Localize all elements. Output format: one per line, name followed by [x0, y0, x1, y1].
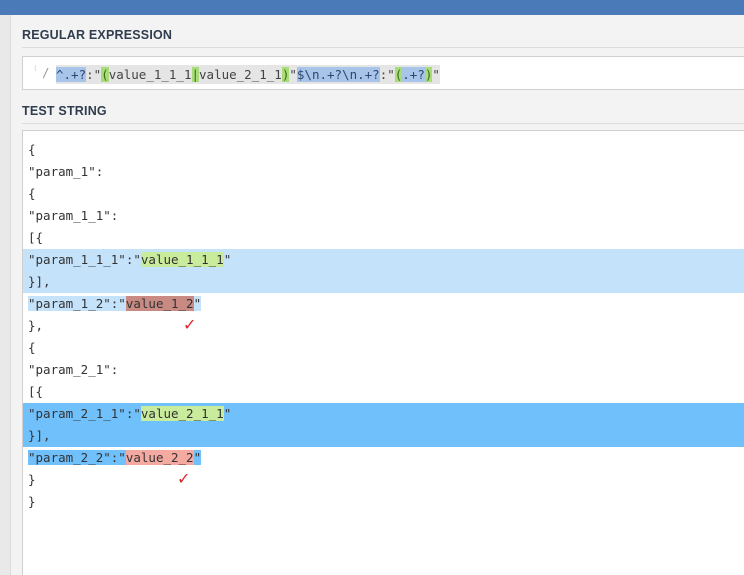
test-line-text: "param_1_1": [23, 208, 118, 223]
test-line: }], [23, 271, 744, 293]
regex-token: " [289, 67, 297, 82]
regex-token: | [191, 67, 200, 82]
test-line-text: [{ [23, 384, 43, 399]
test-line-text: { [23, 142, 36, 157]
test-line-text: "param_1_1_1":"value_1_1_1" [23, 252, 231, 267]
match-group: value_1_1_1 [140, 252, 224, 267]
test-section-divider [22, 123, 744, 124]
test-line: } [23, 491, 744, 513]
line-segment: "param_1_1_1":" [28, 252, 141, 267]
test-line-text: } [23, 494, 36, 509]
line-segment: "param_2_2":" [28, 450, 126, 465]
test-line: { [23, 337, 744, 359]
test-line-text: }], [23, 274, 51, 289]
checkmark-2-icon: ✓ [177, 469, 191, 488]
line-segment: " [193, 296, 202, 311]
line-segment: "param_2_1": [28, 362, 119, 377]
test-line: { [23, 183, 744, 205]
match-group: value_2_2 [125, 450, 194, 465]
test-string-editor[interactable]: { "param_1": { "param_1_1": [{ "param_1_1_1":… [22, 130, 744, 575]
regex-input[interactable]: ⁝ / ^.+?:"(value_1_1_1|value_2_1_1)"$\n.… [22, 56, 744, 90]
checkmark-1-icon: ✓ [183, 315, 197, 334]
regex-token: value_2_1_1 [199, 67, 282, 82]
line-segment: [{ [28, 384, 44, 399]
test-line-text: "param_1": [23, 164, 103, 179]
test-line-text: { [23, 340, 36, 355]
test-line-text: }], [23, 428, 51, 443]
test-line: "param_2_1_1":"value_2_1_1" [23, 403, 744, 425]
test-line: "param_1_1_1":"value_1_1_1" [23, 249, 744, 271]
line-segment: "param_1_2":" [28, 296, 126, 311]
test-line: [{ [23, 381, 744, 403]
test-line-text: "param_2_1": [23, 362, 118, 377]
left-gutter [0, 15, 11, 575]
regex-delimiter: / [42, 65, 50, 80]
test-line-text: }, [23, 318, 43, 333]
line-segment: " [223, 252, 232, 267]
line-segment: { [28, 142, 36, 157]
drag-handle-icon[interactable]: ⁝ [34, 65, 38, 79]
regex-token: value_1_1_1 [108, 67, 192, 82]
test-line: }], [23, 425, 744, 447]
test-line: "param_2_1": [23, 359, 744, 381]
line-segment: " [223, 406, 232, 421]
line-segment: "param_1": [28, 164, 104, 179]
test-line: { [23, 139, 744, 161]
line-segment: }, [28, 318, 44, 333]
regex-token: :" [379, 67, 395, 82]
test-line-text: { [23, 186, 36, 201]
regex-token: ^.+? [56, 67, 87, 82]
regex-token: $\n.+?\n.+? [296, 67, 380, 82]
test-line-text: [{ [23, 230, 43, 245]
line-segment: }], [28, 274, 51, 289]
test-line-text: "param_2_2":"value_2_2" [23, 450, 202, 465]
test-line: [{ [23, 227, 744, 249]
test-string-section-title: TEST STRING [22, 104, 107, 118]
test-line-text: "param_2_1_1":"value_2_1_1" [23, 406, 231, 421]
regex-expression[interactable]: ^.+?:"(value_1_1_1|value_2_1_1)"$\n.+?\n… [56, 65, 440, 84]
test-line: "param_1_2":"value_1_2" [23, 293, 744, 315]
test-line: "param_2_2":"value_2_2" [23, 447, 744, 469]
test-line: "param_1_1": [23, 205, 744, 227]
match-group: value_2_1_1 [140, 406, 224, 421]
regex-token: .+? [402, 67, 425, 82]
test-line-text: "param_1_2":"value_1_2" [23, 296, 202, 311]
regex-token: " [432, 67, 440, 82]
test-line: }, [23, 315, 744, 337]
line-segment: { [28, 340, 36, 355]
line-segment: }], [28, 428, 51, 443]
regex-section-title: REGULAR EXPRESSION [22, 28, 173, 42]
line-segment: { [28, 186, 36, 201]
test-line-text: } [23, 472, 36, 487]
test-line: } [23, 469, 744, 491]
regex-token: ( [101, 67, 109, 82]
line-segment: [{ [28, 230, 44, 245]
line-segment: " [193, 450, 202, 465]
match-group: value_1_2 [125, 296, 194, 311]
test-line: "param_1": [23, 161, 744, 183]
line-segment: "param_1_1": [28, 208, 119, 223]
app-top-bar [0, 0, 744, 15]
line-segment: } [28, 494, 36, 509]
line-segment: } [28, 472, 36, 487]
line-segment: "param_2_1_1":" [28, 406, 141, 421]
regex-section-divider [22, 47, 744, 48]
regex-token: :" [86, 67, 102, 82]
